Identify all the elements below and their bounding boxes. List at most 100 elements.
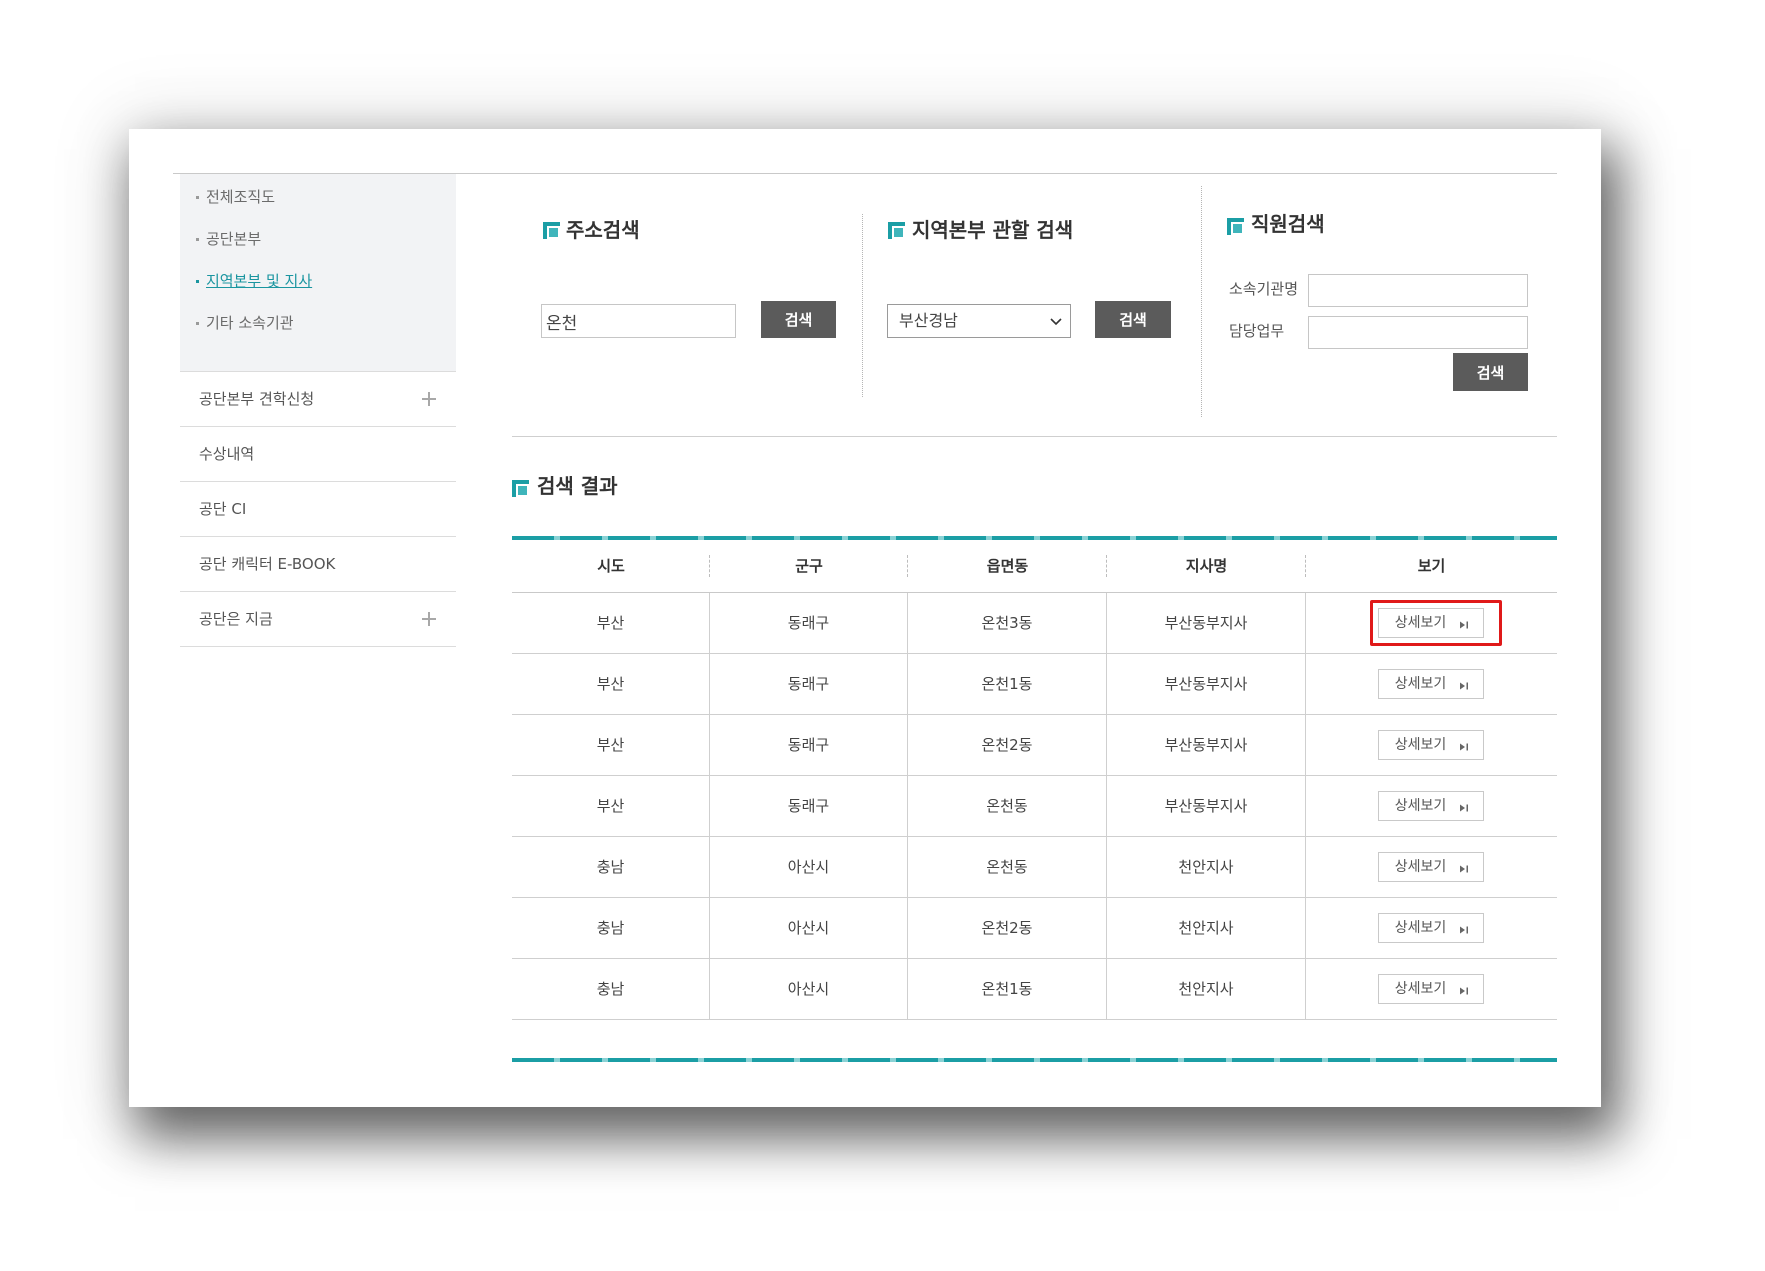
bullet-icon	[196, 280, 199, 283]
section-divider	[1201, 186, 1202, 417]
table-cell-view: 상세보기	[1306, 898, 1557, 958]
table-cell-branch: 천안지사	[1107, 837, 1306, 897]
table-row: 충남 아산시 온천2동 천안지사 상세보기	[512, 898, 1557, 959]
submenu-item-label: 공단본부	[206, 230, 262, 248]
submenu-item-label: 전체조직도	[206, 188, 276, 206]
staff-search-button[interactable]: 검색	[1453, 353, 1528, 391]
table-cell-town: 온천동	[908, 837, 1107, 897]
duty-input[interactable]	[1308, 316, 1528, 349]
table-cell-view: 상세보기	[1306, 654, 1557, 714]
submenu-item-org-chart[interactable]: 전체조직도	[180, 187, 456, 229]
detail-button[interactable]: 상세보기	[1378, 913, 1484, 943]
table-row: 충남 아산시 온천1동 천안지사 상세보기	[512, 959, 1557, 1020]
submenu-item-label: 지역본부 및 지사	[206, 272, 313, 290]
results-table: 시도 군구 읍면동 지사명 보기 부산 동래구 온천3동 부산동부지사 상세보기…	[512, 536, 1557, 1020]
search-area-divider	[512, 436, 1557, 437]
table-cell-district: 동래구	[710, 776, 908, 836]
arrow-next-icon	[1460, 743, 1469, 750]
table-cell-branch: 천안지사	[1107, 898, 1306, 958]
table-cell-town: 온천동	[908, 776, 1107, 836]
sidebar-item-label: 공단 CI	[199, 500, 247, 518]
sidebar-item-label: 공단은 지금	[199, 610, 273, 628]
region-select-value: 부산경남	[899, 311, 958, 330]
table-cell-view: 상세보기	[1306, 715, 1557, 775]
detail-button-label: 상세보기	[1394, 920, 1447, 936]
sidebar-item-ci[interactable]: 공단 CI	[180, 482, 456, 537]
plus-icon[interactable]	[421, 611, 437, 627]
table-cell-branch: 부산동부지사	[1107, 776, 1306, 836]
org-name-label: 소속기관명	[1229, 280, 1299, 298]
table-row: 부산 동래구 온천3동 부산동부지사 상세보기	[512, 593, 1557, 654]
address-search-button[interactable]: 검색	[761, 301, 836, 338]
sidebar-menu: 공단본부 견학신청 수상내역 공단 CI 공단 캐릭터 E-BOOK 공단은 지…	[180, 371, 456, 647]
sidebar-item-hq-tour[interactable]: 공단본부 견학신청	[180, 372, 456, 427]
table-cell-branch: 부산동부지사	[1107, 654, 1306, 714]
staff-search-title: 직원검색	[1251, 212, 1325, 236]
org-name-input[interactable]	[1308, 274, 1528, 307]
square-bullet-icon	[512, 480, 529, 497]
table-cell-town: 온천1동	[908, 959, 1107, 1019]
table-cell-branch: 천안지사	[1107, 959, 1306, 1019]
sidebar-item-label: 수상내역	[199, 445, 255, 463]
arrow-next-icon	[1460, 987, 1469, 994]
sidebar-submenu: 전체조직도 공단본부 지역본부 및 지사 기타 소속기관	[180, 174, 456, 371]
table-bottom-border	[512, 1058, 1557, 1062]
table-cell-town: 온천2동	[908, 898, 1107, 958]
sidebar-item-awards[interactable]: 수상내역	[180, 427, 456, 482]
region-search-button[interactable]: 검색	[1095, 301, 1171, 338]
detail-button[interactable]: 상세보기	[1378, 974, 1484, 1004]
submenu-item-headquarters[interactable]: 공단본부	[180, 229, 456, 271]
table-row: 충남 아산시 온천동 천안지사 상세보기	[512, 837, 1557, 898]
detail-button-label: 상세보기	[1394, 798, 1447, 814]
detail-button-label: 상세보기	[1394, 615, 1447, 631]
arrow-next-icon	[1460, 926, 1469, 933]
chevron-down-icon	[1050, 318, 1062, 326]
square-bullet-icon	[1227, 218, 1244, 235]
table-cell-province: 부산	[512, 776, 710, 836]
table-cell-province: 충남	[512, 898, 710, 958]
submenu-item-other-agencies[interactable]: 기타 소속기관	[180, 313, 456, 355]
detail-button-label: 상세보기	[1394, 981, 1447, 997]
table-header-cell: 지사명	[1107, 540, 1306, 592]
table-cell-district: 동래구	[710, 715, 908, 775]
table-cell-province: 부산	[512, 593, 710, 653]
results-title: 검색 결과	[537, 474, 618, 498]
detail-button-label: 상세보기	[1394, 859, 1447, 875]
sidebar-item-character-ebook[interactable]: 공단 캐릭터 E-BOOK	[180, 537, 456, 592]
table-cell-branch: 부산동부지사	[1107, 593, 1306, 653]
table-cell-district: 아산시	[710, 837, 908, 897]
arrow-next-icon	[1460, 682, 1469, 689]
table-cell-district: 아산시	[710, 898, 908, 958]
plus-icon[interactable]	[421, 391, 437, 407]
submenu-item-regional-branches[interactable]: 지역본부 및 지사	[180, 271, 456, 313]
table-row: 부산 동래구 온천동 부산동부지사 상세보기	[512, 776, 1557, 837]
duty-label: 담당업무	[1229, 322, 1285, 340]
table-header-cell: 군구	[710, 540, 908, 592]
table-cell-view: 상세보기	[1306, 593, 1557, 653]
region-search-title: 지역본부 관할 검색	[912, 218, 1074, 242]
table-cell-town: 온천2동	[908, 715, 1107, 775]
square-bullet-icon	[543, 222, 560, 239]
table-cell-district: 동래구	[710, 593, 908, 653]
sidebar-item-news[interactable]: 공단은 지금	[180, 592, 456, 647]
table-row: 부산 동래구 온천1동 부산동부지사 상세보기	[512, 654, 1557, 715]
detail-button[interactable]: 상세보기	[1378, 608, 1484, 638]
table-header-cell: 보기	[1417, 557, 1446, 575]
address-search-input[interactable]	[541, 304, 736, 338]
table-cell-branch: 부산동부지사	[1107, 715, 1306, 775]
detail-button[interactable]: 상세보기	[1378, 852, 1484, 882]
detail-button-label: 상세보기	[1394, 737, 1447, 753]
submenu-item-label: 기타 소속기관	[206, 314, 294, 332]
bullet-icon	[196, 196, 199, 199]
table-cell-district: 아산시	[710, 959, 908, 1019]
table-cell-district: 동래구	[710, 654, 908, 714]
detail-button[interactable]: 상세보기	[1378, 791, 1484, 821]
detail-button[interactable]: 상세보기	[1378, 669, 1484, 699]
table-cell-view: 상세보기	[1306, 837, 1557, 897]
region-select[interactable]: 부산경남	[887, 304, 1071, 338]
arrow-next-icon	[1460, 804, 1469, 811]
detail-button[interactable]: 상세보기	[1378, 730, 1484, 760]
arrow-next-icon	[1460, 621, 1469, 628]
table-cell-view: 상세보기	[1306, 776, 1557, 836]
table-cell-view: 상세보기	[1306, 959, 1557, 1019]
